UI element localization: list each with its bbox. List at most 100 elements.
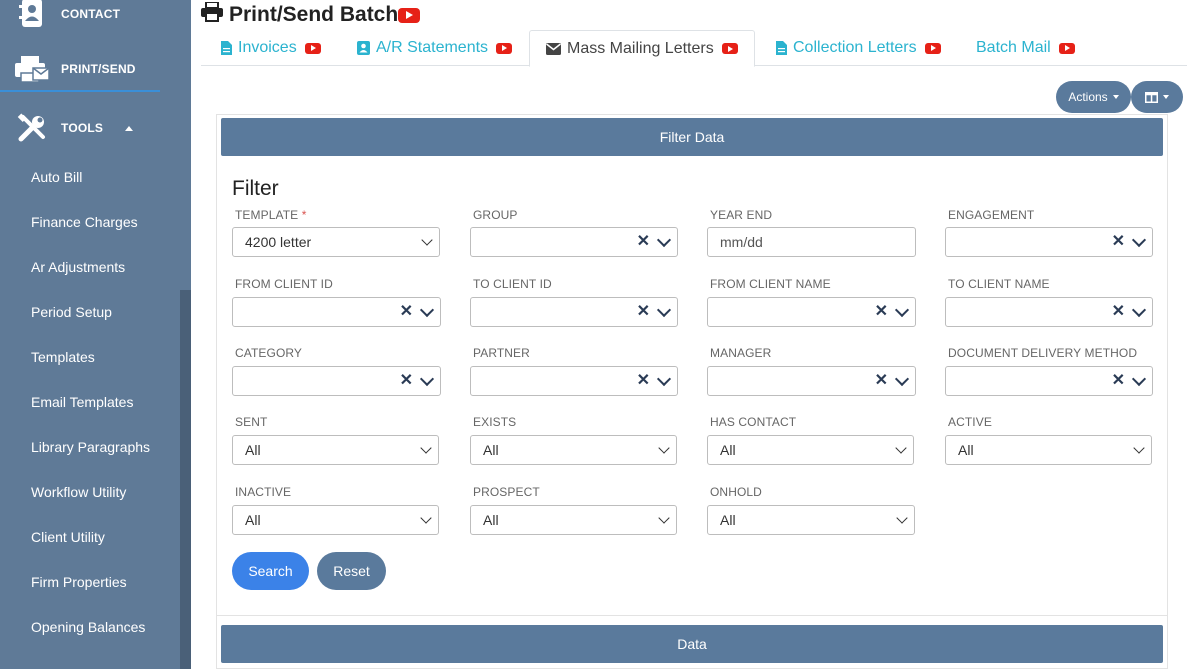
year-end-placeholder: mm/dd	[720, 234, 763, 250]
sidebar-item-firm-properties[interactable]: Firm Properties	[31, 572, 127, 592]
youtube-icon[interactable]	[924, 42, 941, 54]
inactive-label: INACTIVE	[235, 485, 292, 499]
actions-button[interactable]: Actions	[1056, 81, 1131, 113]
clear-icon[interactable]: ✕	[875, 373, 888, 389]
nav-tools[interactable]: TOOLS	[0, 106, 160, 150]
tab-invoices[interactable]: Invoices	[221, 30, 321, 66]
document-delivery-method-multiselect[interactable]: ✕	[945, 366, 1153, 396]
data-bar[interactable]: Data	[221, 625, 1163, 663]
has-contact-select[interactable]: All	[707, 435, 914, 465]
exists-value: All	[483, 442, 499, 458]
chevron-down-icon	[1112, 95, 1119, 99]
year-end-input[interactable]: mm/dd	[707, 227, 916, 257]
tab-collection-letters[interactable]: Collection Letters	[776, 30, 941, 66]
sidebar-item-client-utility[interactable]: Client Utility	[31, 527, 105, 547]
manager-label: MANAGER	[710, 346, 772, 360]
clear-icon[interactable]: ✕	[637, 234, 650, 250]
sidebar-scrollbar[interactable]	[180, 290, 191, 669]
prospect-label: PROSPECT	[473, 485, 540, 499]
to-client-name-multiselect[interactable]: ✕	[945, 297, 1153, 327]
inactive-select[interactable]: All	[232, 505, 439, 535]
clear-icon[interactable]: ✕	[1112, 304, 1125, 320]
page-title: Print/Send Batch	[201, 1, 421, 28]
template-label: TEMPLATE *	[235, 208, 307, 222]
partner-multiselect[interactable]: ✕	[470, 366, 678, 396]
sidebar-item-templates[interactable]: Templates	[31, 347, 95, 367]
category-label: CATEGORY	[235, 346, 303, 360]
chevron-down-icon	[656, 302, 672, 318]
category-multiselect[interactable]: ✕	[232, 366, 441, 396]
tab-batch-mail-label: Batch Mail	[976, 39, 1051, 56]
actions-button-label: Actions	[1068, 90, 1108, 104]
file-icon	[221, 41, 232, 55]
printer-icon	[201, 1, 223, 28]
to-client-id-multiselect[interactable]: ✕	[470, 297, 678, 327]
sidebar-item-workflow-utility[interactable]: Workflow Utility	[31, 482, 126, 502]
from-client-id-multiselect[interactable]: ✕	[232, 297, 441, 327]
tab-bar: Invoices A/R Statements Mass Mailing Let…	[201, 30, 1187, 67]
chevron-down-icon	[419, 302, 435, 318]
template-select[interactable]: 4200 letter	[232, 227, 440, 257]
search-button[interactable]: Search	[232, 552, 309, 590]
from-client-id-label: FROM CLIENT ID	[235, 277, 333, 291]
contact-card-icon	[357, 41, 370, 55]
chevron-down-icon	[894, 302, 910, 318]
nav-print-send[interactable]: PRINT/SEND	[0, 48, 160, 92]
nav-contact[interactable]: CONTACT	[0, 0, 160, 36]
prospect-select[interactable]: All	[470, 505, 677, 535]
clear-icon[interactable]: ✕	[1112, 234, 1125, 250]
exists-select[interactable]: All	[470, 435, 677, 465]
sidebar-item-email-templates[interactable]: Email Templates	[31, 392, 133, 412]
chevron-down-icon	[1131, 371, 1147, 387]
sidebar-item-opening-balances[interactable]: Opening Balances	[31, 617, 145, 637]
youtube-icon[interactable]	[1058, 42, 1075, 54]
engagement-multiselect[interactable]: ✕	[945, 227, 1153, 257]
clear-icon[interactable]: ✕	[875, 304, 888, 320]
sent-select[interactable]: All	[232, 435, 439, 465]
youtube-icon[interactable]	[721, 43, 738, 54]
tab-batch-mail[interactable]: Batch Mail	[976, 30, 1075, 66]
clear-icon[interactable]: ✕	[637, 373, 650, 389]
from-client-name-multiselect[interactable]: ✕	[707, 297, 916, 327]
reset-button[interactable]: Reset	[317, 552, 386, 590]
active-value: All	[958, 442, 974, 458]
inactive-value: All	[245, 512, 261, 528]
onhold-select[interactable]: All	[707, 505, 915, 535]
tab-ar-statements[interactable]: A/R Statements	[357, 30, 513, 66]
clear-icon[interactable]: ✕	[637, 304, 650, 320]
active-select[interactable]: All	[945, 435, 1152, 465]
sidebar-item-auto-bill[interactable]: Auto Bill	[31, 167, 82, 187]
tab-mass-mailing-letters[interactable]: Mass Mailing Letters	[529, 30, 755, 67]
clear-icon[interactable]: ✕	[400, 373, 413, 389]
tab-collection-letters-label: Collection Letters	[793, 39, 917, 56]
group-label: GROUP	[473, 208, 518, 222]
chevron-down-icon	[1131, 232, 1147, 248]
tab-ar-statements-label: A/R Statements	[376, 39, 489, 56]
youtube-icon[interactable]	[398, 7, 421, 23]
chevron-down-icon	[419, 371, 435, 387]
youtube-icon[interactable]	[304, 42, 321, 54]
sidebar-item-period-setup[interactable]: Period Setup	[31, 302, 112, 322]
filter-data-bar[interactable]: Filter Data	[221, 118, 1163, 156]
youtube-icon[interactable]	[496, 42, 513, 54]
print-send-icon	[15, 54, 49, 84]
divider	[216, 615, 1168, 616]
file-icon	[776, 41, 787, 55]
prospect-value: All	[483, 512, 499, 528]
engagement-label: ENGAGEMENT	[948, 208, 1035, 222]
sidebar-item-finance-charges[interactable]: Finance Charges	[31, 212, 138, 232]
filter-title: Filter	[232, 177, 279, 200]
clear-icon[interactable]: ✕	[400, 304, 413, 320]
manager-multiselect[interactable]: ✕	[707, 366, 916, 396]
sent-value: All	[245, 442, 261, 458]
columns-icon	[1145, 91, 1158, 103]
columns-button[interactable]	[1131, 81, 1183, 113]
from-client-name-label: FROM CLIENT NAME	[710, 277, 831, 291]
sidebar-item-library-paragraphs[interactable]: Library Paragraphs	[31, 437, 150, 457]
tab-invoices-label: Invoices	[238, 39, 297, 56]
year-end-label: YEAR END	[710, 208, 773, 222]
group-multiselect[interactable]: ✕	[470, 227, 678, 257]
chevron-down-icon	[656, 371, 672, 387]
sidebar-item-ar-adjustments[interactable]: Ar Adjustments	[31, 257, 125, 277]
clear-icon[interactable]: ✕	[1112, 373, 1125, 389]
